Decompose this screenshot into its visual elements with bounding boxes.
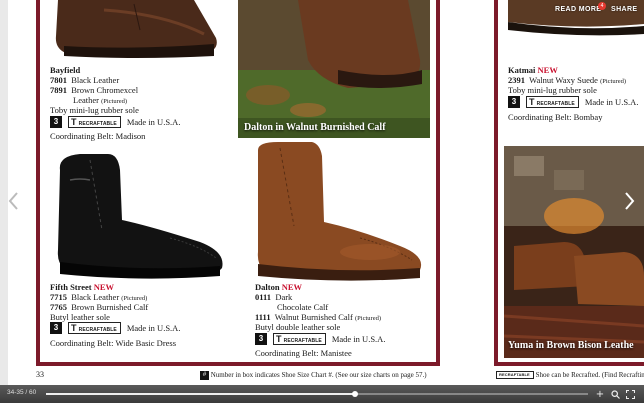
dalton-title: Dalton NEW bbox=[255, 282, 302, 293]
fifth-street-badges: 3 T RECRAFTABLE Made in U.S.A. bbox=[50, 322, 180, 334]
page-scrubber[interactable] bbox=[46, 391, 588, 397]
left-page: Dalton in Walnut Burnished Calf Bayfield… bbox=[0, 0, 496, 385]
bayfield-made-in: Made in U.S.A. bbox=[126, 117, 181, 127]
bayfield-desc-2: Brown Chromexcel bbox=[71, 85, 139, 95]
recraft-note-text: Shoe can be Recrafted. (Find Recraftin bbox=[535, 371, 644, 379]
bayfield-boot-image bbox=[44, 0, 224, 62]
search-button[interactable] bbox=[609, 388, 621, 400]
dalton-size-chart-badge: 3 bbox=[255, 333, 267, 345]
recraft-note-badge: RECRAFTABLE bbox=[496, 371, 534, 380]
dalton-badges: 3 T RECRAFTABLE Made in U.S.A. bbox=[255, 333, 385, 345]
fullscreen-button[interactable] bbox=[624, 388, 636, 400]
fifth-street-title: Fifth Street NEW bbox=[50, 282, 114, 293]
dalton-variant-1: 0111 Dark bbox=[255, 292, 292, 303]
fifth-street-desc-2: Brown Burnished Calf bbox=[71, 302, 149, 312]
bayfield-belt: Coordinating Belt: Madison bbox=[50, 131, 146, 141]
read-more-button[interactable]: READ MORE bbox=[555, 6, 601, 13]
fifth-street-belt: Coordinating Belt: Wide Basic Dress bbox=[50, 338, 177, 348]
fifth-street-desc-1: Black Leather bbox=[71, 292, 120, 302]
search-icon bbox=[610, 389, 620, 399]
bayfield-desc-1: Black Leather bbox=[71, 75, 120, 85]
dalton-sole: Butyl double leather sole bbox=[255, 322, 341, 332]
dalton-boot-image bbox=[250, 142, 428, 282]
bayfield-name: Bayfield bbox=[50, 65, 81, 75]
fifth-street-sku-2: 7765 bbox=[50, 302, 67, 312]
dalton-desc-1b: Chocolate Calf bbox=[277, 302, 329, 312]
notification-badge: 4 bbox=[598, 2, 606, 10]
dalton-lifestyle-photo: Dalton in Walnut Burnished Calf bbox=[238, 0, 430, 138]
dalton-new-tag: NEW bbox=[281, 282, 302, 292]
dalton-desc-1: Dark bbox=[275, 292, 293, 302]
bayfield-badges: 3 T RECRAFTABLE Made in U.S.A. bbox=[50, 116, 180, 128]
size-note-text: Number in box indicates Shoe Size Chart … bbox=[210, 371, 427, 380]
dalton-pictured: (Pictured) bbox=[355, 315, 381, 322]
size-chart-note: # Number in box indicates Shoe Size Char… bbox=[200, 371, 427, 380]
fifth-street-size-chart-badge: 3 bbox=[50, 322, 62, 334]
scrubber-handle[interactable] bbox=[351, 391, 358, 397]
bayfield-desc-2b: Leather bbox=[73, 95, 99, 105]
bayfield-recraftable-badge: T RECRAFTABLE bbox=[68, 116, 121, 128]
bayfield-size-chart-badge: 3 bbox=[50, 116, 62, 128]
fifth-street-variant-2: 7765 Brown Burnished Calf bbox=[50, 302, 148, 313]
page-number-left: 33 bbox=[36, 370, 44, 379]
scrubber-progress bbox=[46, 393, 355, 395]
dalton-recraftable-badge: T RECRAFTABLE bbox=[273, 333, 326, 345]
page-frame-right bbox=[494, 0, 644, 366]
page-indicator: 34-35 / 60 bbox=[7, 389, 37, 396]
bayfield-variant-2: 7891 Brown Chromexcel bbox=[50, 85, 138, 96]
share-button[interactable]: SHARE bbox=[611, 6, 638, 13]
dalton-made-in: Made in U.S.A. bbox=[331, 334, 386, 344]
zoom-in-button[interactable]: + bbox=[594, 388, 606, 400]
chevron-left-icon bbox=[8, 192, 18, 210]
next-page-button[interactable] bbox=[620, 186, 640, 216]
fifth-street-name: Fifth Street bbox=[50, 282, 92, 292]
fifth-street-pictured: (Pictured) bbox=[121, 295, 148, 302]
fifth-street-sku-1: 7715 bbox=[50, 292, 67, 302]
dalton-sku-2: 1111 bbox=[255, 312, 271, 322]
fifth-street-sole: Butyl leather sole bbox=[50, 312, 110, 322]
fifth-street-made-in: Made in U.S.A. bbox=[126, 323, 181, 333]
fullscreen-icon bbox=[625, 389, 635, 399]
dalton-desc-2: Walnut Burnished Calf bbox=[274, 312, 353, 322]
dalton-photo-caption: Dalton in Walnut Burnished Calf bbox=[244, 122, 386, 133]
dalton-belt: Coordinating Belt: Manistee bbox=[255, 348, 352, 358]
fifth-street-boot-image bbox=[50, 150, 228, 282]
catalog-viewer: Dalton in Walnut Burnished Calf Bayfield… bbox=[0, 0, 644, 403]
bayfield-sku-2: 7891 bbox=[50, 85, 67, 95]
previous-page-button[interactable] bbox=[3, 186, 23, 216]
zoom-in-icon: + bbox=[595, 388, 605, 400]
bayfield-sku-1: 7801 bbox=[50, 75, 67, 85]
dalton-name: Dalton bbox=[255, 282, 280, 292]
bayfield-variant-1: 7801 Black Leather bbox=[50, 75, 119, 86]
bayfield-sole: Toby mini-lug rubber sole bbox=[50, 105, 139, 115]
size-note-box: # bbox=[200, 371, 209, 380]
chevron-right-icon bbox=[625, 192, 635, 210]
fifth-street-recraftable-badge: T RECRAFTABLE bbox=[68, 322, 121, 334]
fifth-street-new-tag: NEW bbox=[93, 282, 115, 292]
bayfield-pictured: (Pictured) bbox=[101, 98, 128, 105]
dalton-sku-1: 0111 bbox=[255, 292, 272, 302]
recraft-note: RECRAFTABLE Shoe can be Recrafted. (Find… bbox=[496, 371, 644, 380]
viewer-toolbar: 34-35 / 60 + bbox=[0, 385, 644, 403]
